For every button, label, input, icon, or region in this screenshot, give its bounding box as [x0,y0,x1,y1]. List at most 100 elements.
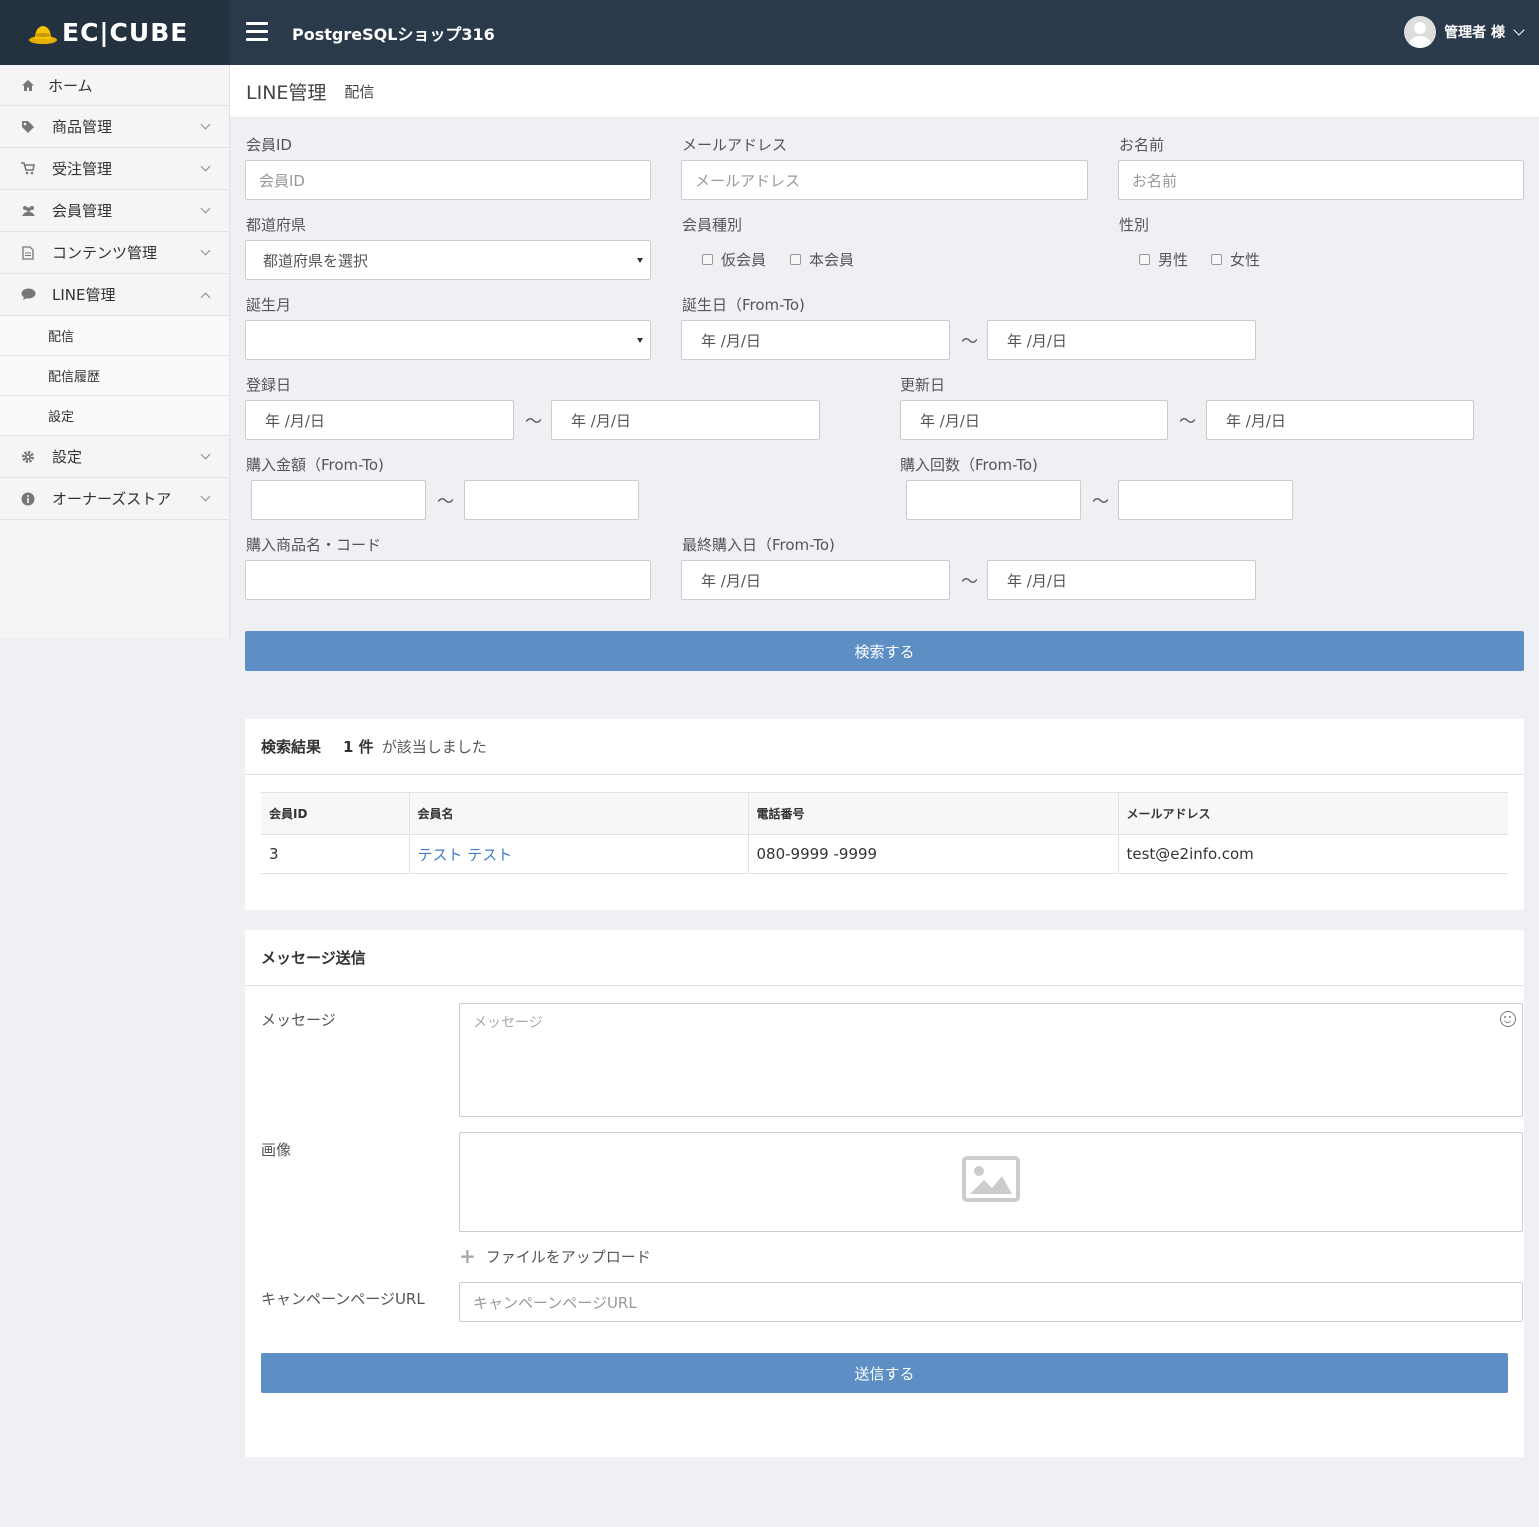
update-date-from-input[interactable]: 年 /月/日 [900,400,1168,440]
emoji-icon[interactable] [1500,1011,1516,1027]
top-header: EC|CUBE PostgreSQLショップ316 管理者 様 [0,0,1539,65]
chevron-down-icon [200,203,211,214]
user-name: 管理者 様 [1444,25,1505,41]
upload-file-link[interactable]: + ファイルをアップロード [459,1244,651,1268]
checkbox-label: 仮会員 [721,251,767,269]
comment-icon [20,287,36,303]
file-icon [20,245,36,261]
logo-text: EC|CUBE [62,18,189,47]
home-icon [20,77,36,93]
last-buy-to-input[interactable]: 年 /月/日 [987,560,1256,600]
birth-month-select[interactable] [245,320,651,360]
sidebar-item-members[interactable]: 会員管理 [0,190,229,232]
tag-icon [20,119,36,135]
image-placeholder-icon [962,1156,1020,1202]
sidebar-item-label: LINE管理 [52,286,116,304]
create-date-label: 登録日 [246,376,292,394]
range-separator: 〜 [961,332,978,352]
image-label: 画像 [261,1141,292,1159]
email-label: メールアドレス [682,136,788,154]
buy-product-label: 購入商品名・コード [246,536,382,554]
member-id-input[interactable]: 会員ID [245,160,651,200]
message-header: メッセージ送信 [245,930,1524,986]
sidebar-subitem-delivery-history[interactable]: 配信履歴 [0,356,229,396]
campaign-url-label: キャンペーンページURL [261,1290,425,1308]
image-dropzone[interactable] [459,1132,1523,1232]
buy-times-from-input[interactable] [906,480,1081,520]
update-date-to-input[interactable]: 年 /月/日 [1206,400,1474,440]
results-title: 検索結果 [261,738,322,756]
birth-month-label: 誕生月 [246,296,292,314]
last-buy-from-input[interactable]: 年 /月/日 [681,560,950,600]
checkbox-box [702,254,713,265]
table-header-row: 会員ID 会員名 電話番号 メールアドレス [261,792,1508,835]
avatar [1404,16,1437,48]
logo[interactable]: EC|CUBE [0,0,230,65]
message-card: メッセージ送信 メッセージ メッセージ 画像 + ファイルをアップロード キャン… [245,930,1524,1457]
chevron-down-icon [200,449,211,460]
sidebar-item-orders[interactable]: 受注管理 [0,148,229,190]
buy-total-to-input[interactable] [464,480,639,520]
sidebar-item-label: 設定 [52,448,83,466]
page-title-bar: LINE管理 配信 [230,65,1539,118]
create-date-from-input[interactable]: 年 /月/日 [245,400,514,440]
member-name-link[interactable]: テスト テスト [418,846,513,864]
sidebar-item-contents[interactable]: コンテンツ管理 [0,232,229,274]
cell-member-id: 3 [261,834,409,874]
email-input[interactable]: メールアドレス [681,160,1088,200]
sidebar-item-products[interactable]: 商品管理 [0,106,229,148]
sidebar-item-owners-store[interactable]: オーナーズストア [0,478,229,520]
member-type-regular-checkbox[interactable]: 本会員 [790,249,854,270]
sidebar-item-settings[interactable]: 設定 [0,436,229,478]
birthday-from-input[interactable]: 年 /月/日 [681,320,950,360]
results-count: 1 件 [343,738,374,756]
column-header: 会員ID [261,792,409,835]
plus-icon: + [459,1244,476,1268]
checkbox-box [1139,254,1150,265]
create-date-to-input[interactable]: 年 /月/日 [551,400,820,440]
cart-icon [20,161,36,177]
member-type-label: 会員種別 [682,216,743,234]
sidebar-subitem-delivery[interactable]: 配信 [0,316,229,356]
upload-label: ファイルをアップロード [485,1247,651,1266]
sex-label: 性別 [1119,216,1150,234]
sidebar-item-label: 商品管理 [52,118,113,136]
pref-select[interactable]: 都道府県を選択 [245,240,651,280]
message-title: メッセージ送信 [261,949,366,967]
cell-phone: 080-9999 -9999 [747,834,1118,874]
sidebar-item-home[interactable]: ホーム [0,65,229,106]
sex-male-checkbox[interactable]: 男性 [1139,249,1188,270]
sidebar: ホーム 商品管理 受注管理 会員管理 コンテンツ管理 LINE管理 配信 配信履… [0,65,230,638]
page-subtitle: 配信 [344,82,375,101]
results-suffix: が該当しました [381,738,487,756]
results-header: 検索結果 1 件 が該当しました [245,719,1524,775]
sidebar-item-label: 会員管理 [52,202,113,220]
birthday-to-input[interactable]: 年 /月/日 [987,320,1256,360]
buy-total-label: 購入金額（From-To) [246,456,384,474]
table-row: 3 テスト テスト 080-9999 -9999 test@e2info.com [261,834,1508,874]
sidebar-item-line[interactable]: LINE管理 [0,274,229,316]
buy-product-input[interactable] [245,560,651,600]
birthday-label: 誕生日（From-To) [682,296,805,314]
user-menu[interactable]: 管理者 様 [1404,16,1525,48]
menu-toggle-icon[interactable] [246,22,268,42]
pref-select-value: 都道府県を選択 [263,251,369,270]
member-type-provisional-checkbox[interactable]: 仮会員 [702,249,766,270]
message-label: メッセージ [261,1011,336,1029]
sidebar-subitem-line-settings[interactable]: 設定 [0,396,229,436]
sidebar-item-label: コンテンツ管理 [52,244,158,262]
shop-name[interactable]: PostgreSQLショップ316 [292,21,495,45]
range-separator: 〜 [1179,412,1196,432]
sex-female-checkbox[interactable]: 女性 [1211,249,1260,270]
send-button[interactable]: 送信する [261,1353,1508,1393]
buy-times-to-input[interactable] [1118,480,1293,520]
campaign-url-input[interactable]: キャンペーンページURL [459,1282,1523,1322]
name-input[interactable]: お名前 [1118,160,1524,200]
search-button[interactable]: 検索する [245,631,1524,671]
checkbox-box [1211,254,1222,265]
gear-icon [20,449,36,465]
results-card: 検索結果 1 件 が該当しました 会員ID 会員名 電話番号 メールアドレス 3… [245,719,1524,910]
buy-total-from-input[interactable] [251,480,426,520]
message-textarea[interactable]: メッセージ [459,1003,1523,1117]
sidebar-item-label: オーナーズストア [52,490,172,508]
